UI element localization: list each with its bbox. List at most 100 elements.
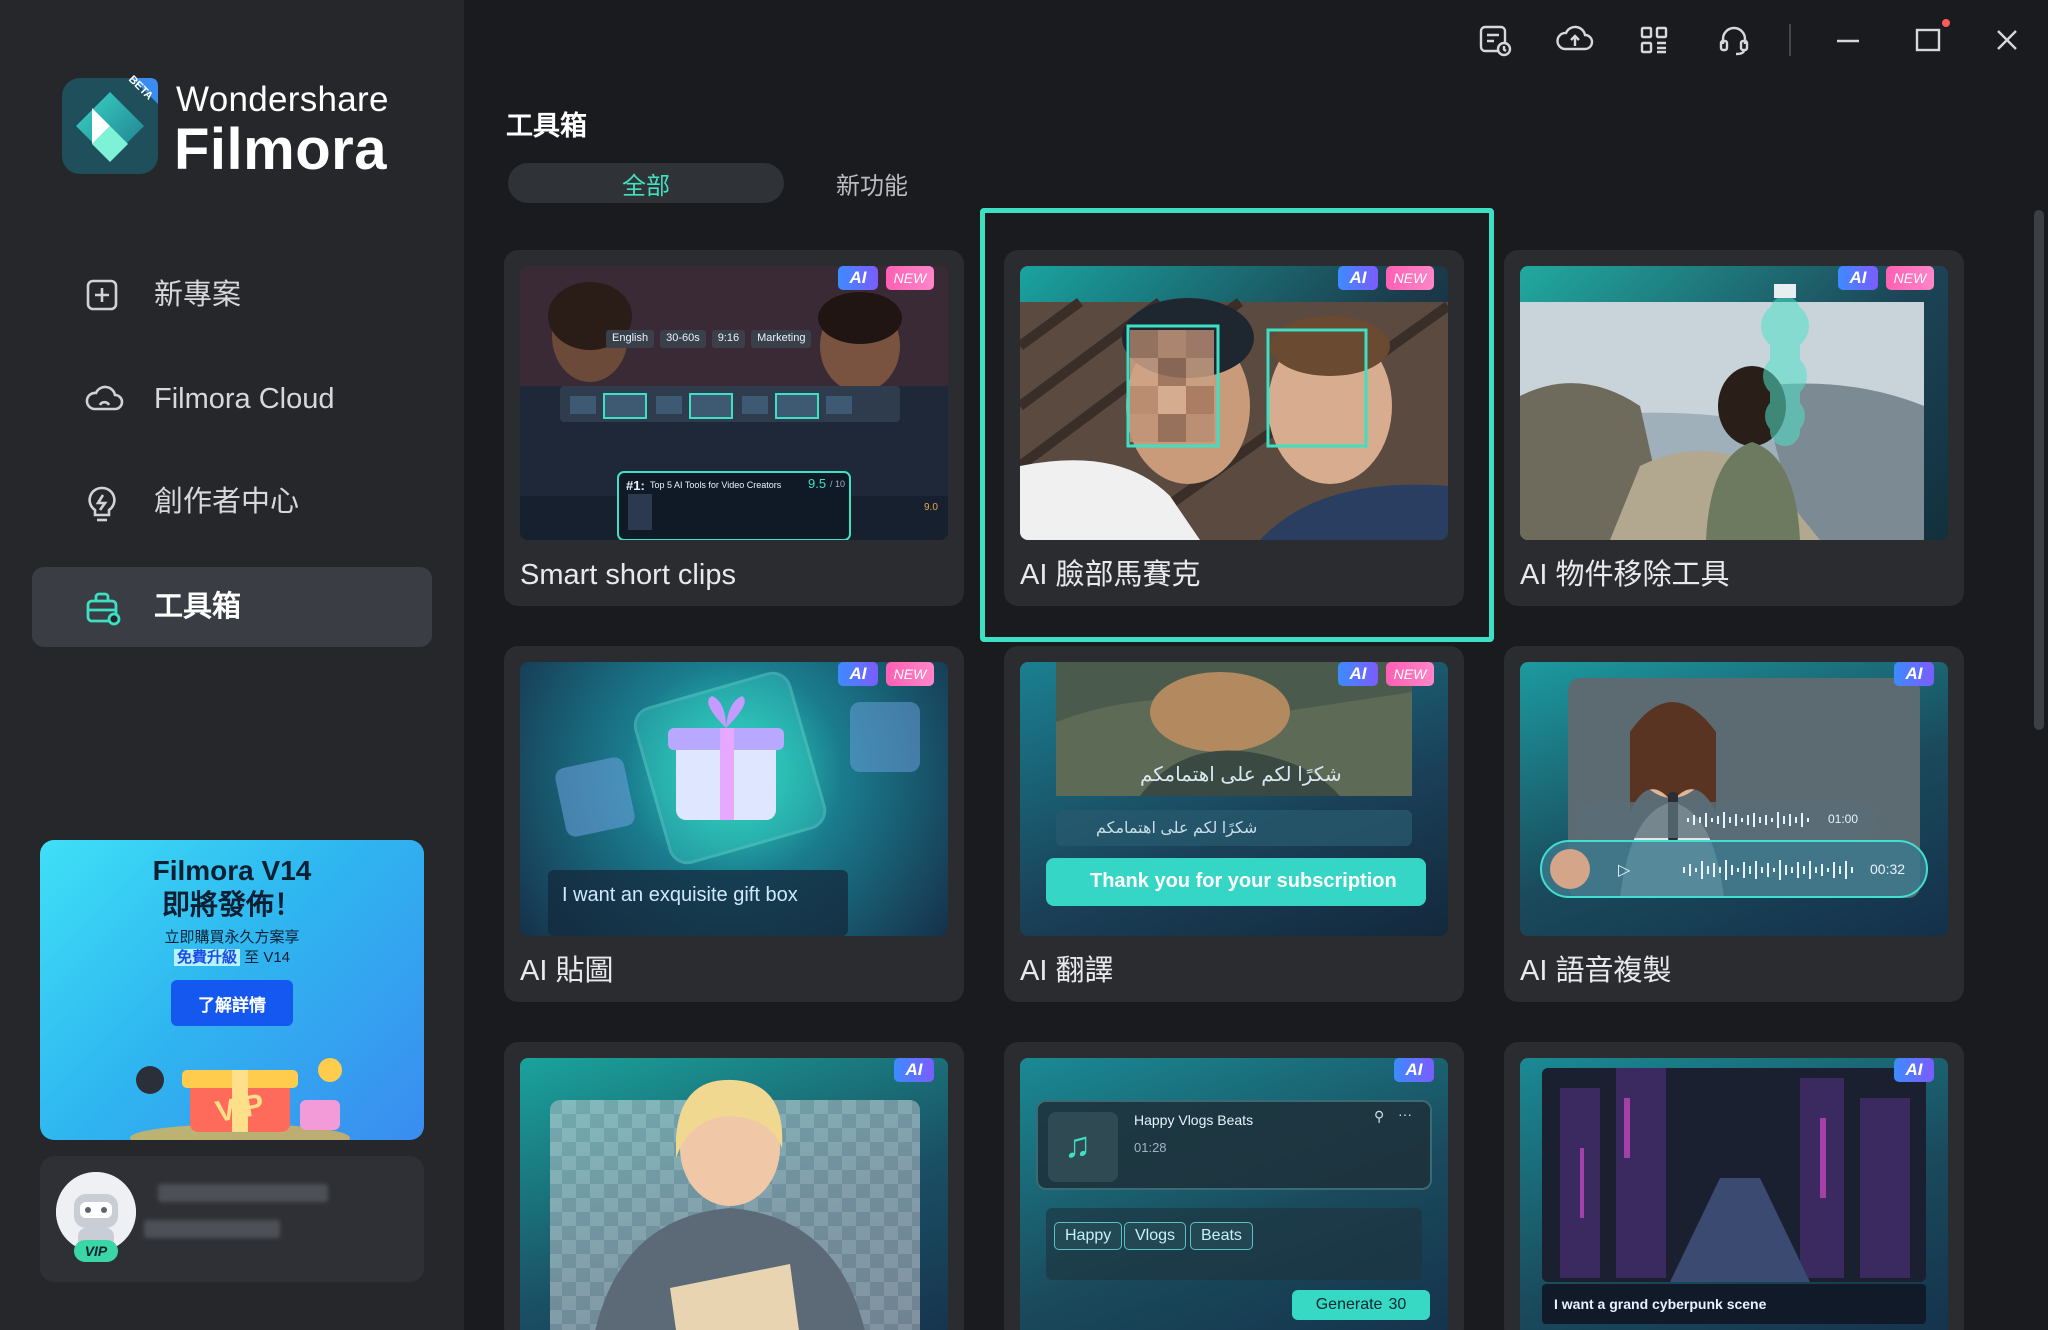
arabic-input-box: شكرًا لكم على اهتمامكم bbox=[1056, 810, 1412, 846]
brand-wondershare: Wondershare bbox=[176, 80, 389, 119]
promo-title-line2: 即將發佈！ bbox=[161, 889, 302, 920]
close-icon[interactable] bbox=[1989, 22, 2025, 58]
tab-all[interactable]: 全部 bbox=[508, 163, 784, 203]
card-label: AI 語音複製 bbox=[1520, 955, 1672, 987]
apps-grid-icon[interactable] bbox=[1636, 22, 1672, 58]
plus-square-icon bbox=[84, 277, 120, 313]
cloud-upload-icon[interactable] bbox=[1556, 22, 1594, 58]
card-label: AI 翻譯 bbox=[1020, 955, 1114, 987]
tool-card-ai-sticker[interactable]: I want an exquisite gift box AI NEW AI 貼… bbox=[504, 646, 964, 1002]
maximize-icon[interactable] bbox=[1910, 22, 1946, 58]
ai-badge: AI bbox=[1894, 662, 1934, 686]
thumb-ai-object-remover bbox=[1520, 266, 1948, 540]
voice-time-1: 01:00 bbox=[1828, 812, 1859, 826]
clip-tag: Marketing bbox=[751, 330, 812, 348]
ai-badge: AI bbox=[838, 266, 878, 290]
more-icon[interactable]: ··· bbox=[1398, 1106, 1412, 1122]
clip-headline: Top 5 AI Tools for Video Creators bbox=[650, 480, 782, 490]
new-badge: NEW bbox=[886, 662, 934, 686]
music-chip-vlogs: Vlogs bbox=[1124, 1222, 1187, 1250]
thumb-ai-music: ♫ Happy Vlogs Beats 01:28 ⚲ ··· Happy Vl… bbox=[1020, 1058, 1448, 1330]
thumb-ai-image: I want a grand cyberpunk scene bbox=[1520, 1058, 1948, 1330]
promo-learn-more-button[interactable]: 了解詳情 bbox=[171, 980, 293, 1026]
minimize-icon[interactable] bbox=[1830, 22, 1866, 58]
clip-tag: 9:16 bbox=[711, 330, 746, 348]
new-badge: NEW bbox=[886, 266, 934, 290]
waveform-icon bbox=[1683, 860, 1853, 880]
lightbulb-icon bbox=[84, 484, 120, 522]
sidebar-item-label: Filmora Cloud bbox=[154, 383, 335, 415]
titlebar-divider bbox=[1789, 24, 1791, 56]
badge-group: AI NEW bbox=[1338, 662, 1434, 686]
clip-score: 9.5 bbox=[808, 476, 827, 491]
sticker-prompt: I want an exquisite gift box bbox=[562, 884, 798, 906]
music-chip-beats: Beats bbox=[1190, 1222, 1253, 1250]
toolbox-icon bbox=[84, 589, 121, 626]
sidebar-item-new-project[interactable]: 新專案 bbox=[32, 255, 432, 335]
promo-sub-highlight: 免費升級 bbox=[173, 949, 240, 966]
tool-card-ai-image[interactable]: I want a grand cyberpunk scene AI bbox=[1504, 1042, 1964, 1330]
tab-bar: 全部 新功能 bbox=[508, 163, 960, 203]
music-time: 01:28 bbox=[1134, 1140, 1167, 1155]
badge-group: AI bbox=[1894, 662, 1934, 686]
new-badge: NEW bbox=[1886, 266, 1934, 290]
notification-dot bbox=[1942, 19, 1950, 27]
ai-badge: AI bbox=[838, 662, 878, 686]
promo-subtitle: 立即購買永久方案享 免費升級 至 V14 bbox=[40, 928, 424, 968]
clip-tag: English bbox=[606, 330, 655, 348]
badge-group: AI bbox=[1394, 1058, 1434, 1082]
tool-card-ai-music[interactable]: ♫ Happy Vlogs Beats 01:28 ⚲ ··· Happy Vl… bbox=[1004, 1042, 1464, 1330]
arabic-caption: شكرًا لكم على اهتمامكم bbox=[1140, 764, 1342, 786]
ai-badge: AI bbox=[1894, 1058, 1934, 1082]
page-title: 工具箱 bbox=[506, 111, 587, 141]
sidebar-item-creator-hub[interactable]: 創作者中心 bbox=[32, 462, 432, 542]
arabic-input: شكرًا لكم على اهتمامكم bbox=[1096, 820, 1258, 837]
card-label: Smart short clips bbox=[520, 559, 736, 591]
thumb-ai-portrait bbox=[520, 1058, 948, 1330]
brand-filmora: Filmora bbox=[174, 117, 387, 182]
selected-card-highlight bbox=[980, 208, 1494, 642]
tab-new-features[interactable]: 新功能 bbox=[784, 163, 960, 203]
sidebar-item-label: 新專案 bbox=[154, 279, 242, 311]
clip-score2: 9.0 bbox=[924, 502, 938, 513]
tool-card-ai-translate[interactable]: شكرًا لكم على اهتمامكم شكرًا لكم على اهت… bbox=[1004, 646, 1464, 1002]
tool-card-smart-short-clips[interactable]: English 30-60s 9:16 Marketing #1: Top 5 … bbox=[504, 250, 964, 606]
cyberpunk-prompt: I want a grand cyberpunk scene bbox=[1554, 1296, 1767, 1312]
sticker-prompt-box: I want an exquisite gift box bbox=[548, 870, 848, 936]
translation-output-box: Thank you for your subscription bbox=[1046, 858, 1426, 906]
cloud-icon bbox=[84, 381, 124, 417]
ai-badge: AI bbox=[1338, 662, 1378, 686]
waveform-icon bbox=[1687, 812, 1809, 828]
promo-title: Filmora V14 即將發佈！ bbox=[40, 854, 424, 922]
clip-score-of: / 10 bbox=[830, 479, 846, 489]
music-note-icon: ♫ bbox=[1064, 1124, 1091, 1165]
tool-card-ai-voice-clone[interactable]: 01:00 00:32 ▷ AI AI 語音複製 bbox=[1504, 646, 1964, 1002]
sidebar-item-toolbox[interactable]: 工具箱 bbox=[32, 567, 432, 647]
badge-group: AI bbox=[894, 1058, 934, 1082]
task-list-icon[interactable] bbox=[1477, 22, 1513, 58]
thumb-ai-sticker: I want an exquisite gift box bbox=[520, 662, 948, 936]
play-icon: ▷ bbox=[1618, 862, 1631, 879]
user-card[interactable]: VIP bbox=[40, 1156, 424, 1282]
voice-time-2: 00:32 bbox=[1870, 861, 1906, 877]
vertical-scrollbar[interactable] bbox=[2034, 210, 2044, 730]
tool-card-ai-portrait[interactable]: AI bbox=[504, 1042, 964, 1330]
vip-badge: VIP bbox=[74, 1240, 118, 1262]
promo-title-line1: Filmora V14 bbox=[152, 855, 312, 886]
thumb-ai-translate: شكرًا لكم على اهتمامكم شكرًا لكم على اهت… bbox=[1020, 662, 1448, 936]
speaker-avatar bbox=[1550, 849, 1590, 889]
music-track-card: ♫ Happy Vlogs Beats 01:28 ⚲ ··· bbox=[1036, 1100, 1432, 1190]
blurred-username bbox=[158, 1184, 328, 1202]
card-label: AI 貼圖 bbox=[520, 955, 614, 987]
sidebar-item-label: 創作者中心 bbox=[154, 486, 300, 518]
blurred-user-info bbox=[144, 1220, 280, 1238]
sidebar-item-filmora-cloud[interactable]: Filmora Cloud bbox=[32, 359, 432, 439]
promo-banner[interactable]: Filmora V14 即將發佈！ 立即購買永久方案享 免費升級 至 V14 了… bbox=[40, 840, 424, 1140]
mic-icon[interactable]: ⚲ bbox=[1374, 1108, 1384, 1125]
generate-button[interactable]: Generate 30 bbox=[1292, 1290, 1430, 1320]
badge-group: AI NEW bbox=[838, 266, 934, 290]
tool-card-ai-object-remover[interactable]: AI NEW AI 物件移除工具 bbox=[1504, 250, 1964, 606]
thumb-ai-voice-clone: 01:00 00:32 ▷ bbox=[1520, 662, 1948, 936]
headset-icon[interactable] bbox=[1716, 22, 1752, 58]
vip-gift-illustration: VIP bbox=[120, 1040, 360, 1140]
